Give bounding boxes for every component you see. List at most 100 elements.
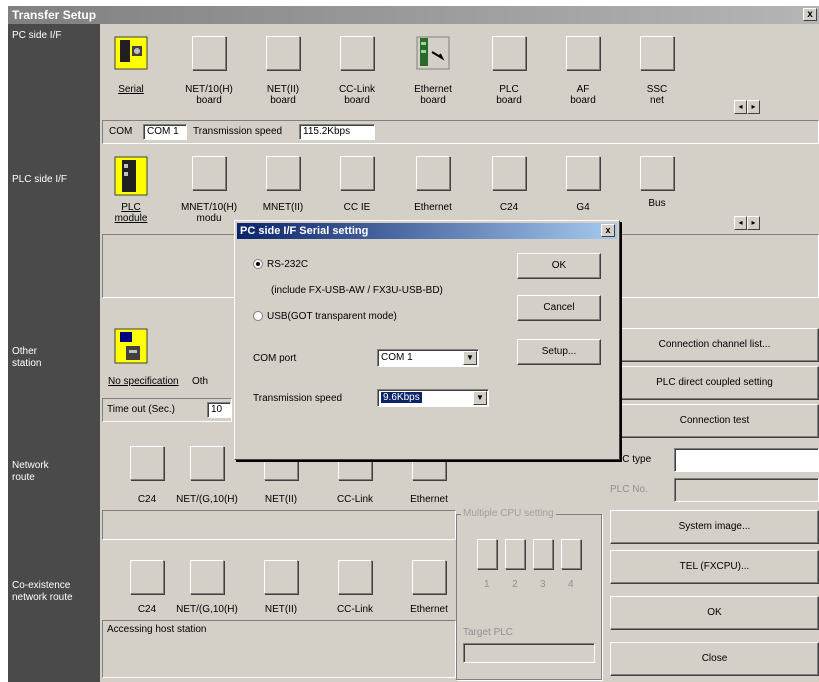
g4-icon[interactable] — [566, 156, 600, 190]
tel-fxcpu-button[interactable]: TEL (FXCPU)... — [610, 550, 819, 584]
usb-option[interactable]: USB(GOT transparent mode) — [253, 311, 397, 322]
af-board-icon[interactable] — [566, 36, 600, 70]
route-net2-label: NET(II) — [264, 494, 298, 505]
plc-bus-label: Bus — [648, 198, 666, 209]
pc-ethernet-label: Ethernet board — [414, 84, 452, 106]
mnet2-icon[interactable] — [266, 156, 300, 190]
pc-speed-field: 115.2Kbps — [299, 124, 375, 140]
cclink-board-icon[interactable] — [340, 36, 374, 70]
transmission-speed-select[interactable]: 9.6Kbps ▼ — [377, 389, 489, 407]
include-note: (include FX-USB-AW / FX3U-USB-BD) — [271, 285, 443, 296]
com-field: COM 1 — [143, 124, 187, 140]
route-c24-icon[interactable] — [130, 446, 164, 480]
pc-af-label: AF board — [570, 84, 596, 106]
close-button[interactable]: Close — [610, 642, 819, 676]
timeout-label: Time out (Sec.) — [107, 404, 175, 415]
com-port-value: COM 1 — [381, 352, 413, 363]
c24-icon[interactable] — [492, 156, 526, 190]
scroll-right-icon[interactable]: ▸ — [747, 216, 760, 230]
timeout-panel: Time out (Sec.) 10 — [102, 398, 232, 422]
coex-net10-icon[interactable] — [190, 560, 224, 594]
connection-test-button[interactable]: Connection test — [610, 404, 819, 438]
plc-scroll-arrows[interactable]: ◂ ▸ — [734, 216, 760, 230]
plc-module-icon[interactable] — [114, 156, 148, 196]
route-net10-icon[interactable] — [190, 446, 224, 480]
cpu4-number: 4 — [568, 579, 574, 590]
rs232c-option[interactable]: RS-232C — [253, 259, 308, 270]
route-detail-panel — [102, 510, 456, 540]
radio-selected-icon[interactable] — [253, 259, 263, 270]
plc-ethernet-icon[interactable] — [416, 156, 450, 190]
system-image-button[interactable]: System image... — [610, 510, 819, 544]
dialog-close-button[interactable]: x — [601, 224, 615, 237]
cpu3-icon[interactable] — [533, 539, 553, 569]
com-label: COM — [109, 126, 133, 137]
com-port-select[interactable]: COM 1 ▼ — [377, 349, 479, 367]
pc-ssc-label: SSC net — [646, 84, 668, 106]
timeout-field[interactable]: 10 — [207, 402, 231, 418]
plc-side-label: PLC side I/F — [12, 174, 68, 185]
dialog-ok-button[interactable]: OK — [517, 253, 601, 279]
plc-no-label: PLC No. — [610, 484, 648, 495]
plc-module-label[interactable]: PLC module — [96, 202, 166, 224]
pc-serial-label[interactable]: Serial — [96, 84, 166, 95]
other-partial-label: Oth — [192, 376, 209, 387]
coex-cclink-label: CC-Link — [336, 604, 374, 615]
connection-channel-list-button[interactable]: Connection channel list... — [610, 328, 819, 362]
dialog-cancel-button[interactable]: Cancel — [517, 295, 601, 321]
coex-c24-icon[interactable] — [130, 560, 164, 594]
coex-net2-icon[interactable] — [264, 560, 298, 594]
cpu3-number: 3 — [540, 579, 546, 590]
coex-ethernet-label: Ethernet — [410, 604, 448, 615]
no-specification-icon[interactable] — [114, 328, 148, 364]
plc-g4-label: G4 — [576, 202, 590, 213]
ethernet-board-icon[interactable] — [416, 36, 450, 70]
dialog-titlebar: PC side I/F Serial setting x — [237, 223, 617, 239]
coex-net2-label: NET(II) — [264, 604, 298, 615]
mnet10h-icon[interactable] — [192, 156, 226, 190]
route-net10-label: NET/(G,10(H) — [176, 494, 238, 505]
coex-net10-label: NET/(G,10(H) — [176, 604, 238, 615]
usb-label: USB(GOT transparent mode) — [267, 311, 397, 322]
com-port-label: COM port — [253, 353, 297, 364]
cpu4-icon[interactable] — [561, 539, 581, 569]
chevron-down-icon[interactable]: ▼ — [463, 351, 477, 365]
cpu1-icon[interactable] — [477, 539, 497, 569]
net2-board-icon[interactable] — [266, 36, 300, 70]
coex-ethernet-icon[interactable] — [412, 560, 446, 594]
pc-net10h-label: NET/10(H) board — [185, 84, 233, 106]
serial-icon[interactable] — [114, 36, 148, 70]
plc-c24-label: C24 — [499, 202, 519, 213]
dialog-setup-button[interactable]: Setup... — [517, 339, 601, 365]
plc-ccie-label: CC IE — [343, 202, 371, 213]
left-category-bar: PC side I/F PLC side I/F Other station N… — [8, 24, 100, 682]
no-specification-label[interactable]: No specification — [108, 376, 179, 387]
multiple-cpu-title: Multiple CPU setting — [461, 508, 556, 519]
route-ethernet-label: Ethernet — [410, 494, 448, 505]
network-route-label: Network route — [12, 460, 49, 483]
scroll-left-icon[interactable]: ◂ — [734, 100, 747, 114]
plc-board-icon[interactable] — [492, 36, 526, 70]
net10h-board-icon[interactable] — [192, 36, 226, 70]
pc-scroll-arrows[interactable]: ◂ ▸ — [734, 100, 760, 114]
plc-mnet2-label: MNET(II) — [262, 202, 304, 213]
coex-cclink-icon[interactable] — [338, 560, 372, 594]
radio-unselected-icon[interactable] — [253, 311, 263, 322]
plc-ethernet-label: Ethernet — [414, 202, 452, 213]
plc-direct-coupled-button[interactable]: PLC direct coupled setting — [610, 366, 819, 400]
transfer-setup-window: Transfer Setup x PC side I/F PLC side I/… — [8, 6, 819, 682]
bus-icon[interactable] — [640, 156, 674, 190]
target-plc-field — [463, 643, 595, 663]
pc-com-panel: COM COM 1 Transmission speed 115.2Kbps — [102, 120, 819, 144]
cc-ie-icon[interactable] — [340, 156, 374, 190]
chevron-down-icon[interactable]: ▼ — [473, 391, 487, 405]
scroll-right-icon[interactable]: ▸ — [747, 100, 760, 114]
multiple-cpu-group: Multiple CPU setting 1 2 3 4 Target PLC — [456, 508, 602, 680]
ok-button[interactable]: OK — [610, 596, 819, 630]
accessing-host-label: Accessing host station — [107, 624, 207, 635]
scroll-left-icon[interactable]: ◂ — [734, 216, 747, 230]
plc-no-field — [674, 478, 819, 502]
cpu2-icon[interactable] — [505, 539, 525, 569]
ssc-net-icon[interactable] — [640, 36, 674, 70]
window-close-button[interactable]: x — [803, 8, 817, 21]
